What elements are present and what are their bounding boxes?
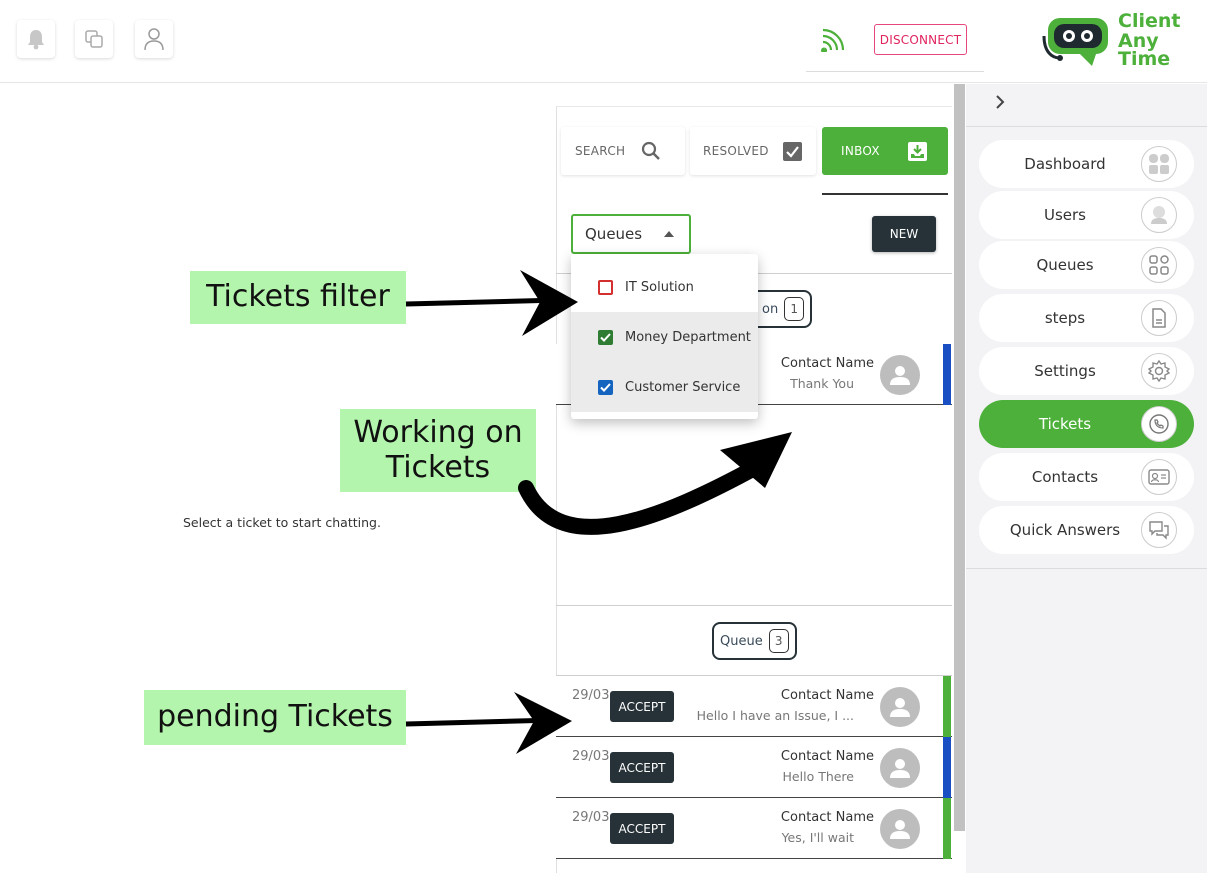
annotation-arrows <box>405 270 792 754</box>
arrow-to-filter <box>405 270 578 336</box>
arrow-to-pending <box>405 692 572 754</box>
arrow-to-working <box>518 432 792 535</box>
